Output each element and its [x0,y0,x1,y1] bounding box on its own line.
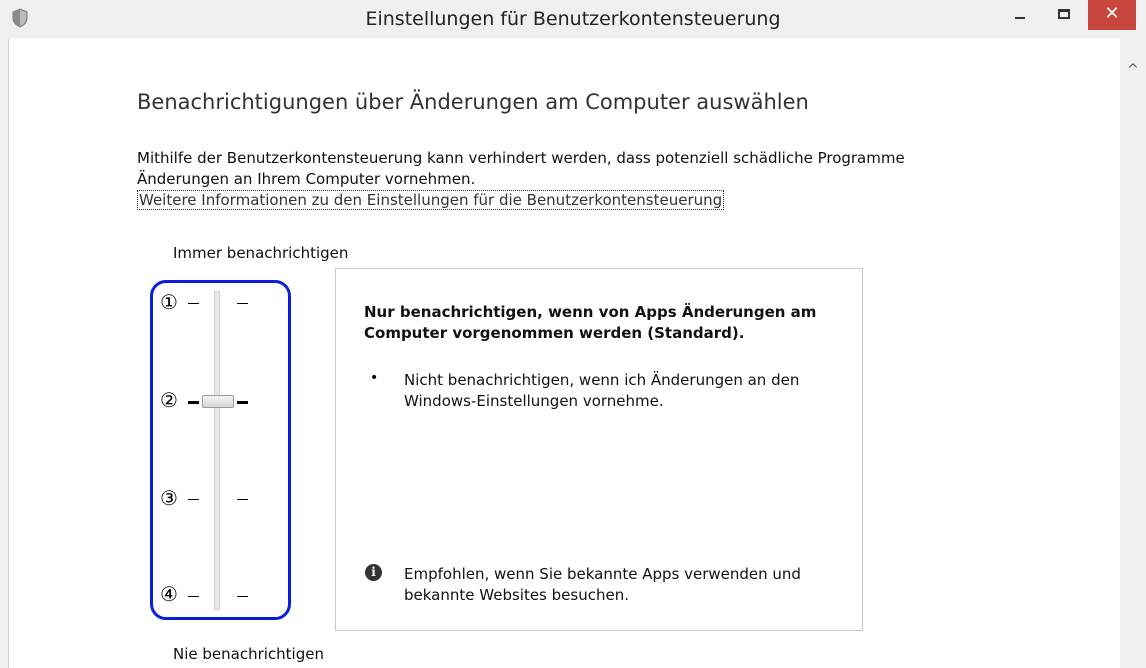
close-button[interactable]: ✕ [1088,0,1136,30]
slider-top-label: Immer benachrichtigen [173,244,349,262]
slider-highlight-annotation [150,280,291,620]
recommendation-line: Empfohlen, wenn Sie bekannte Apps verwen… [404,565,801,583]
recommendation-line: bekannte Websites besuchen. [404,586,629,604]
level-title-line: Nur benachrichtigen, wenn von Apps Änder… [364,303,817,321]
bullet-line: Windows-Einstellungen vornehme. [404,392,664,410]
level-description-title: Nur benachrichtigen, wenn von Apps Änder… [364,302,816,344]
description: Mithilfe der Benutzerkontensteuerung kan… [137,148,905,190]
bullet-point-icon: • [370,370,379,386]
window-title: Einstellungen für Benutzerkontensteuerun… [365,8,781,30]
level-title-line: Computer vorgenommen werden (Standard). [364,324,745,342]
close-icon: ✕ [1104,3,1120,24]
page-heading: Benachrichtigungen über Änderungen am Co… [137,90,809,114]
description-line: Mithilfe der Benutzerkontensteuerung kan… [137,149,905,167]
minimize-button[interactable] [1000,0,1044,30]
more-info-link[interactable]: Weitere Informationen zu den Einstellung… [137,190,725,210]
maximize-button[interactable] [1044,0,1088,30]
scroll-up-arrow-icon[interactable]: ^ [1120,62,1146,78]
info-icon: i [365,564,382,581]
maximize-icon [1058,9,1070,19]
vertical-scrollbar[interactable]: ^ [1120,38,1146,668]
recommendation-text: Empfohlen, wenn Sie bekannte Apps verwen… [404,564,801,606]
description-line: Änderungen an Ihrem Computer vornehmen. [137,170,476,188]
title-bar: Einstellungen für Benutzerkontensteuerun… [0,0,1146,38]
bullet-line: Nicht benachrichtigen, wenn ich Änderung… [404,371,800,389]
level-bullet-text: Nicht benachrichtigen, wenn ich Änderung… [404,370,799,412]
minimize-icon [1015,17,1025,19]
slider-bottom-label: Nie benachrichtigen [173,645,324,663]
